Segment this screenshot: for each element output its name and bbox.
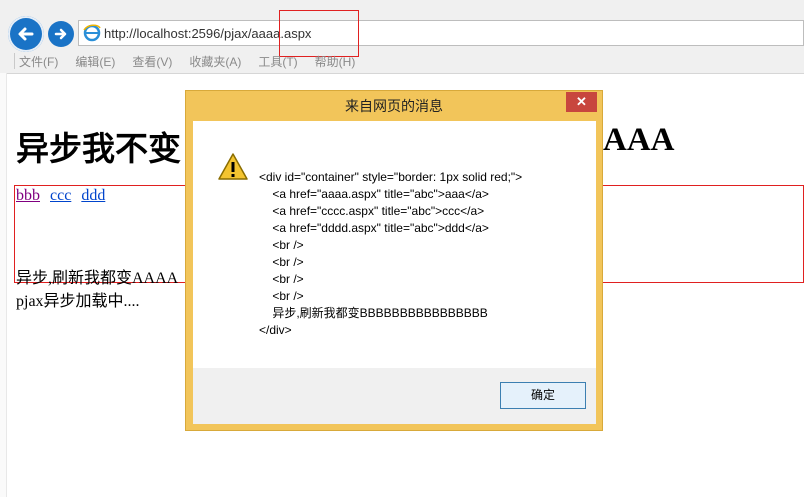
- arrow-right-icon: [54, 28, 67, 40]
- menu-bar: 文件(F) 编辑(E) 查看(V) 收藏夹(A) 工具(T) 帮助(H): [10, 53, 363, 71]
- dialog-body: <div id="container" style="border: 1px s…: [193, 121, 596, 424]
- menu-edit[interactable]: 编辑(E): [66, 53, 123, 71]
- close-icon: ✕: [576, 94, 587, 109]
- link-bbb[interactable]: bbb: [16, 187, 40, 204]
- dialog-title: 来自网页的消息: [345, 98, 443, 114]
- loading-text: pjax异步加载中....: [16, 293, 140, 310]
- dialog-message: <div id="container" style="border: 1px s…: [259, 170, 523, 337]
- menu-view[interactable]: 查看(V): [123, 53, 180, 71]
- back-button[interactable]: [8, 16, 44, 52]
- address-bar[interactable]: http://localhost:2596/pjax/aaaa.aspx: [78, 20, 804, 46]
- page-heading-suffix: AAA: [603, 122, 675, 158]
- forward-button[interactable]: [48, 21, 74, 47]
- warning-icon: [218, 153, 248, 180]
- link-ddd[interactable]: ddd: [81, 187, 105, 204]
- arrow-left-icon: [18, 27, 34, 41]
- link-row: bbb ccc ddd: [16, 187, 111, 205]
- menu-tools[interactable]: 工具(T): [249, 53, 305, 71]
- url-highlight-box: [279, 10, 359, 57]
- page-heading: 异步我不变: [16, 132, 181, 168]
- menu-file[interactable]: 文件(F): [10, 53, 66, 71]
- alert-dialog: 来自网页的消息 ✕ <div id="container" style="bor…: [185, 90, 603, 431]
- browser-toolbar: http://localhost:2596/pjax/aaaa.aspx 文件(…: [0, 0, 804, 74]
- window-edge: [0, 73, 7, 497]
- close-button[interactable]: ✕: [566, 92, 597, 112]
- ok-button[interactable]: 确定: [500, 382, 586, 409]
- menu-help[interactable]: 帮助(H): [306, 53, 364, 71]
- link-ccc[interactable]: ccc: [50, 187, 71, 204]
- async-text: 异步,刷新我都变AAAA: [16, 270, 179, 287]
- menu-separator: [14, 53, 15, 69]
- menu-favorites[interactable]: 收藏夹(A): [180, 53, 249, 71]
- ie-logo-icon: [83, 24, 101, 42]
